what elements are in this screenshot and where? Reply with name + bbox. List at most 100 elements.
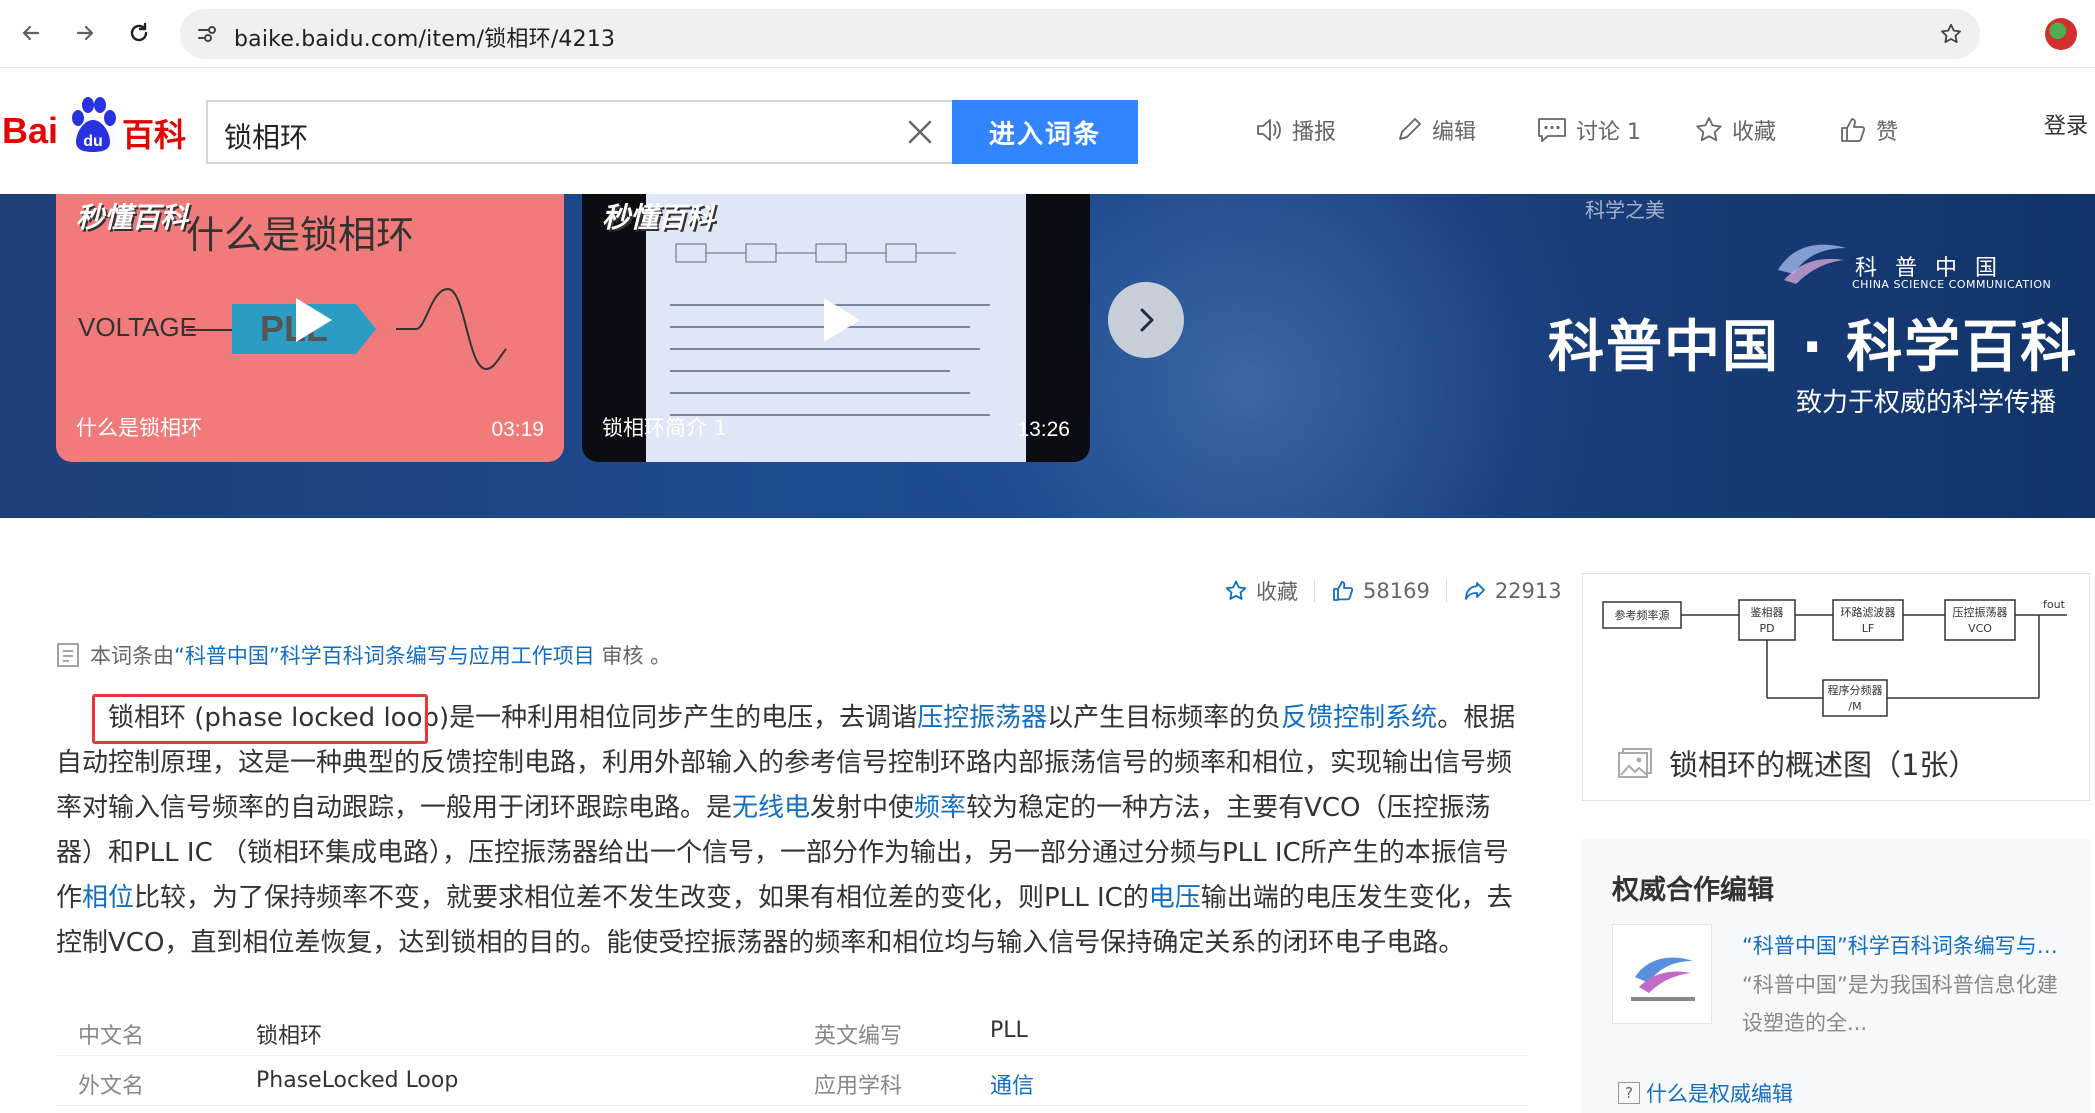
link-voltage[interactable]: 电压	[1149, 883, 1201, 913]
search-value[interactable]: 锁相环	[224, 116, 308, 156]
play-icon[interactable]	[810, 292, 866, 348]
broadcast-button[interactable]: 播报	[1254, 108, 1336, 152]
stats-shares-count: 22913	[1494, 579, 1562, 603]
pencil-icon	[1399, 118, 1421, 140]
overview-album[interactable]: 参考频率源 鉴相器 PD 环路滤波器 LF 压控振荡器 VCO fout 程序分…	[1582, 573, 2090, 801]
play-icon[interactable]	[282, 292, 338, 348]
favorite-button[interactable]: 收藏	[1694, 108, 1776, 152]
video-slide-title: 什么是锁相环	[186, 213, 415, 257]
url-text[interactable]: baike.baidu.com/item/锁相环/4213	[234, 21, 615, 53]
video-duration: 03:19	[491, 418, 544, 441]
favorite-label: 收藏	[1732, 120, 1777, 145]
enter-entry-button[interactable]: 进入词条	[952, 100, 1138, 164]
stats-likes[interactable]: 58169	[1331, 579, 1430, 603]
kepu-logo-icon	[1631, 957, 1695, 1001]
edit-button[interactable]: 编辑	[1394, 108, 1476, 152]
album-caption-text: 锁相环的概述图（1张）	[1669, 748, 1978, 782]
like-button[interactable]: 赞	[1838, 108, 1898, 152]
link-frequency[interactable]: 频率	[914, 793, 966, 823]
authority-logo[interactable]	[1612, 924, 1712, 1024]
back-button[interactable]	[12, 14, 50, 52]
info-value: 锁相环	[256, 1024, 323, 1049]
baike-header: Bai du 百科 锁相环 进入词条 播报 编辑 讨论 1 收藏 赞 登录	[0, 68, 2095, 194]
clear-icon[interactable]	[904, 116, 936, 148]
baidu-baike-logo[interactable]: Bai du 百科	[0, 96, 200, 156]
info-value-link[interactable]: 通信	[990, 1068, 1034, 1100]
basic-info-table: 中文名 锁相环 英文编写 PLL 外文名 PhaseLocked Loop 应用…	[56, 1006, 1528, 1106]
svg-text:鉴相器: 鉴相器	[1751, 606, 1784, 619]
discuss-label: 讨论 1	[1576, 120, 1641, 145]
svg-text:参考频率源: 参考频率源	[1615, 608, 1670, 622]
video-duration: 13:26	[1017, 418, 1070, 441]
search-input[interactable]: 锁相环	[206, 100, 952, 164]
authority-editor-panel: 权威合作编辑 “科普中国”科学百科词条编写与应用工作项目 “科普中国”是为我国科…	[1582, 838, 2090, 1113]
partner-title: 科普中国 · 科学百科	[1548, 315, 2079, 380]
next-video-button[interactable]	[1108, 282, 1184, 358]
svg-text:VCO: VCO	[1968, 622, 1992, 635]
partner-name-en: CHINA SCIENCE COMMUNICATION	[1852, 278, 2052, 291]
info-label: 英文编写	[814, 1024, 903, 1049]
authority-name-link[interactable]: “科普中国”科学百科词条编写与应用工作项目	[1742, 930, 2072, 960]
audit-suffix: 审核 。	[594, 644, 672, 668]
authority-help-text: 什么是权威编辑	[1646, 1082, 1793, 1106]
authority-description: “科普中国”是为我国科普信息化建设塑造的全...	[1742, 973, 2058, 1035]
reload-button[interactable]	[120, 14, 158, 52]
chevron-right-icon	[1140, 308, 1154, 332]
logo-baike-text: 百科	[122, 116, 187, 154]
link-radio[interactable]: 无线电	[732, 793, 810, 823]
partner-slogan: 致力于权威的科学传播	[1796, 388, 2057, 418]
stats-likes-count: 58169	[1363, 579, 1430, 603]
audit-prefix: 本词条由	[90, 644, 174, 668]
address-bar[interactable]: baike.baidu.com/item/锁相环/4213	[180, 9, 1980, 59]
info-value: PhaseLocked Loop	[256, 1068, 459, 1093]
what-is-authority-link[interactable]: ? 什么是权威编辑	[1618, 1078, 1793, 1108]
info-value: PLL	[990, 1018, 1028, 1043]
pll-block-diagram: 参考频率源 鉴相器 PD 环路滤波器 LF 压控振荡器 VCO fout 程序分…	[1602, 598, 2067, 717]
video-caption: 什么是锁相环	[76, 416, 202, 440]
link-phase[interactable]: 相位	[82, 883, 134, 913]
reload-icon	[130, 22, 148, 42]
star-icon	[1225, 580, 1247, 600]
image-gallery-icon	[1618, 748, 1652, 778]
stats-favorite[interactable]: 收藏	[1224, 576, 1298, 606]
info-row: 外文名 PhaseLocked Loop 应用学科 通信	[56, 1056, 1528, 1106]
video-banner: 科学之美 秒懂百科 什么是锁相环 VOLTAGE PLL 什么是锁相环 03:1…	[0, 194, 2095, 518]
paw-icon: du	[72, 97, 116, 152]
audit-project-link[interactable]: “科普中国”科学百科词条编写与应用工作项目	[174, 644, 595, 668]
album-caption[interactable]: 锁相环的概述图（1张）	[1617, 742, 1977, 784]
authority-title: 权威合作编辑	[1612, 875, 1774, 906]
entry-stats: 收藏 58169 22913	[1224, 574, 1562, 608]
link-feedback-control[interactable]: 反馈控制系统	[1281, 703, 1437, 733]
discuss-button[interactable]: 讨论 1	[1536, 108, 1641, 152]
forward-button[interactable]	[66, 14, 104, 52]
voltage-line	[186, 329, 234, 331]
document-icon	[57, 643, 79, 667]
video-card-pll-intro[interactable]: 秒懂百科 锁相环简介 1 13:26	[582, 194, 1090, 462]
svg-text:PD: PD	[1759, 622, 1774, 635]
highlight-box	[92, 694, 428, 744]
svg-text:环路滤波器: 环路滤波器	[1841, 606, 1896, 619]
video-caption: 锁相环简介 1	[602, 416, 728, 440]
share-icon	[1464, 582, 1485, 600]
video-card-what-is-pll[interactable]: 秒懂百科 什么是锁相环 VOLTAGE PLL 什么是锁相环 03:19	[56, 194, 564, 462]
like-label: 赞	[1876, 120, 1899, 145]
thumbs-up-icon	[1841, 118, 1866, 142]
forward-arrow-icon	[76, 25, 94, 41]
login-link[interactable]: 登录	[2044, 108, 2088, 140]
profile-avatar[interactable]	[2045, 18, 2077, 50]
logo-du-text: du	[83, 133, 103, 150]
svg-text:压控振荡器: 压控振荡器	[1953, 605, 2008, 619]
slide-block-diagram	[675, 243, 956, 263]
kepu-china-logo-icon	[1778, 244, 1846, 284]
svg-text:程序分频器: 程序分频器	[1828, 683, 1883, 697]
back-arrow-icon	[22, 25, 40, 41]
info-label: 外文名	[78, 1074, 145, 1099]
speaker-icon	[1257, 119, 1281, 141]
site-info-icon[interactable]	[194, 21, 220, 47]
info-label: 中文名	[78, 1024, 145, 1049]
video-brand-logo: 秒懂百科	[76, 201, 189, 234]
link-vco[interactable]: 压控振荡器	[917, 703, 1047, 733]
stats-shares[interactable]: 22913	[1463, 579, 1562, 603]
bookmark-star-icon[interactable]	[1936, 19, 1966, 49]
edit-label: 编辑	[1432, 120, 1477, 145]
